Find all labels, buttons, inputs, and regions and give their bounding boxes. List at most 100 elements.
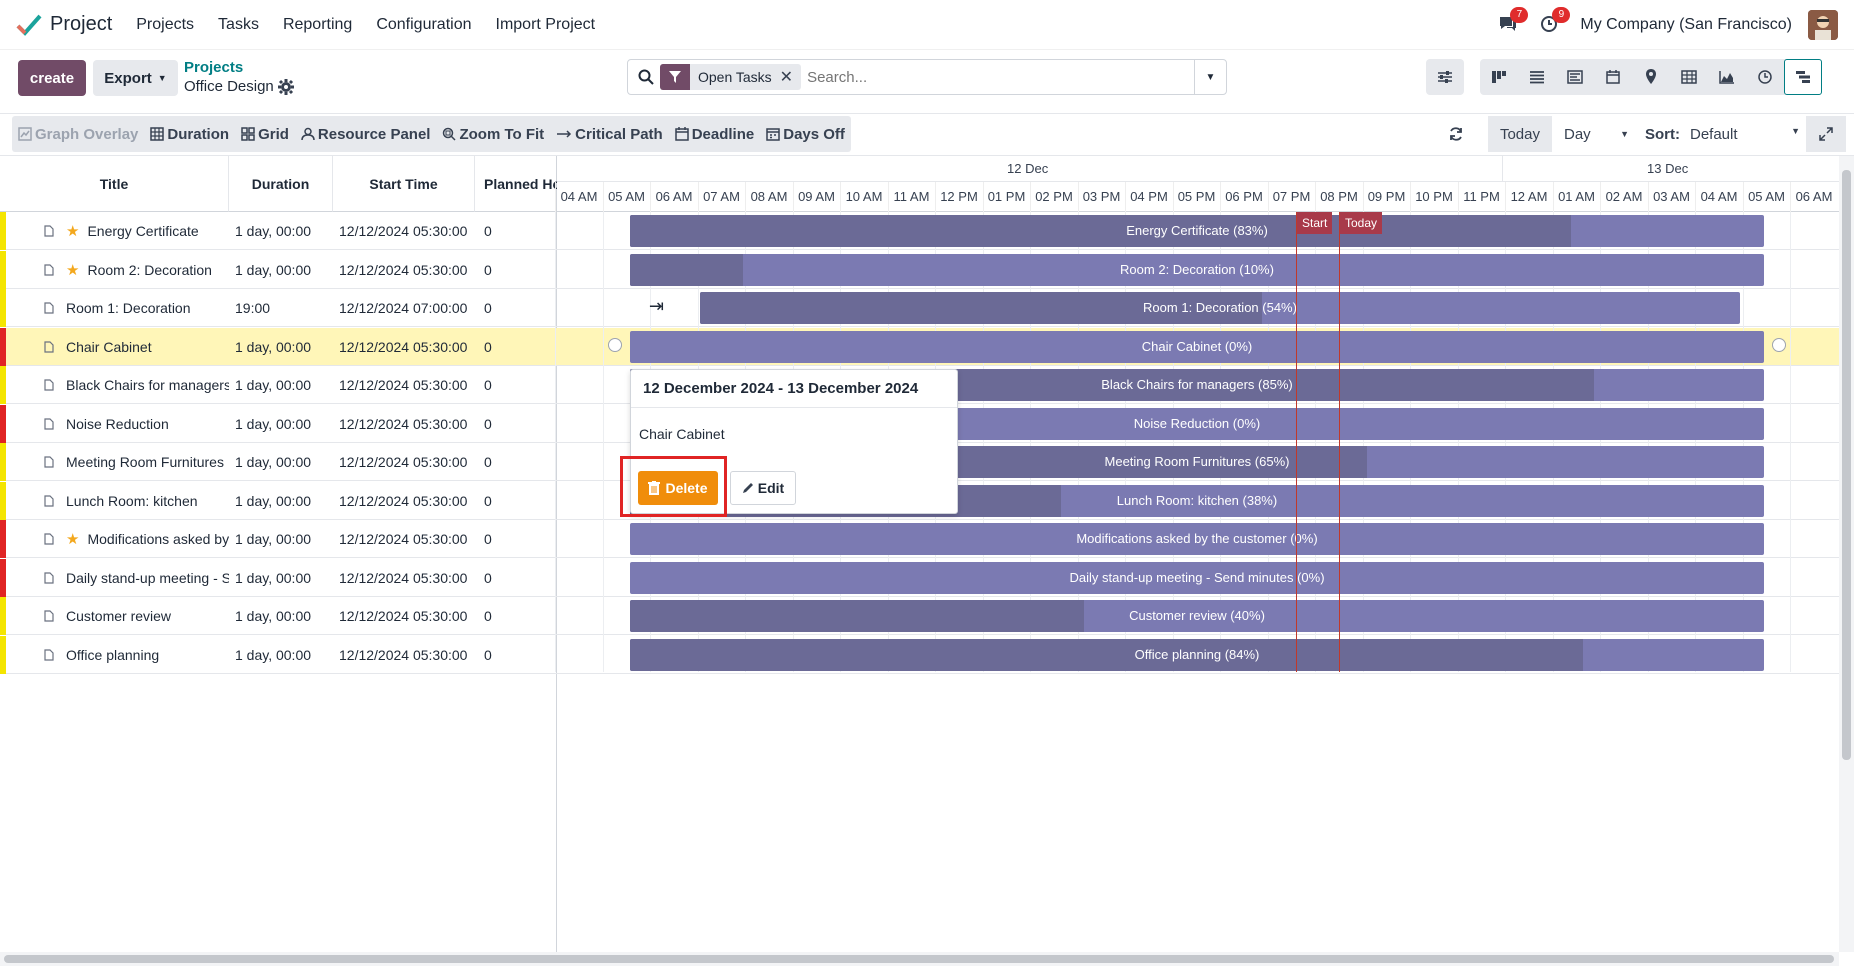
table-row[interactable]: Noise Reduction 1 day, 00:00 12/12/2024 05… [0,404,557,443]
zoom-icon [443,127,456,141]
table-row[interactable]: Meeting Room Furnitures 1 day, 00:00 12/12… [0,443,557,481]
table-row[interactable]: ★ Room 2: Decoration 1 day, 00:00 12/12/202… [0,250,557,289]
title-cell: Meeting Room Furnitures [44,443,229,481]
list-view-button[interactable] [1518,59,1556,95]
start-marker: Start [1297,212,1333,234]
critical-path-button[interactable]: Critical Path [550,116,669,152]
list-icon [1530,71,1544,84]
edit-button[interactable]: Edit [730,471,796,505]
gear-icon[interactable] [277,78,294,95]
title-cell: Room 1: Decoration [44,289,229,327]
column-header-planned-hours[interactable]: Planned Ho [475,156,557,212]
kanban-view-button[interactable] [1480,59,1518,95]
gantt-view-button[interactable] [1784,59,1822,95]
star-icon[interactable]: ★ [66,261,79,279]
grid-button[interactable]: Grid [235,116,295,152]
calendar-view-button[interactable] [1594,59,1632,95]
file-icon [44,494,54,507]
hour-gridline [1790,212,1791,672]
horizontal-scroll-thumb[interactable] [4,955,1834,963]
gantt-bar[interactable]: Daily stand-up meeting - Send minutes (0… [630,561,1764,594]
deadline-button[interactable]: Deadline [669,116,761,152]
gantt-bar[interactable]: Energy Certificate (83%) [630,215,1764,247]
gantt-bar[interactable]: Chair Cabinet (0%) [630,330,1764,363]
app-brand[interactable]: Project [16,13,112,37]
hour-label: 01 AM [1552,182,1600,212]
menu-projects[interactable]: Projects [136,16,194,34]
export-button[interactable]: Export ▼ [93,60,178,96]
refresh-button[interactable] [1436,126,1476,142]
vertical-scroll-thumb[interactable] [1842,170,1851,760]
column-header-start-time[interactable]: Start Time [333,156,475,212]
resource-panel-button[interactable]: Resource Panel [295,116,437,152]
star-icon[interactable]: ★ [66,222,79,240]
table-row[interactable]: Room 1: Decoration 19:00 12/12/2024 07:00:… [0,289,557,327]
graph-overlay-button[interactable]: Graph Overlay [12,116,144,152]
file-icon [44,263,54,276]
column-header-title[interactable]: Title [0,156,229,212]
activity-view-button[interactable] [1556,59,1594,95]
user-icon [301,127,315,141]
expand-button[interactable] [1806,116,1846,152]
table-row[interactable]: ★ Energy Certificate 1 day, 00:00 12/12/202… [0,212,557,250]
company-switcher[interactable]: My Company (San Francisco) [1580,16,1792,34]
gantt-bar[interactable]: Modifications asked by the customer (0%) [630,523,1764,555]
zoom-to-fit-button[interactable]: Zoom To Fit [436,116,550,152]
gantt-bar-label: Modifications asked by the customer (0%) [1076,531,1318,546]
search-input[interactable] [807,68,1178,86]
gantt-bar[interactable]: Room 2: Decoration (10%) [630,253,1764,286]
hour-label: 11 AM [887,182,935,212]
dependency-handle-left[interactable] [608,338,622,352]
breadcrumb-projects[interactable]: Projects [184,59,243,76]
user-avatar[interactable] [1808,10,1838,40]
hour-label: 04 AM [1695,182,1742,212]
start-time-cell: 12/12/2024 05:30:00 [339,454,468,470]
control-panel: create Export ▼ Projects Office Design O… [0,50,1854,114]
planned-hours-cell: 0 [484,338,492,355]
table-row[interactable]: Chair Cabinet 1 day, 00:00 12/12/2024 05:3… [0,327,557,366]
star-icon[interactable]: ★ [66,530,79,548]
table-row[interactable]: Customer review 1 day, 00:00 12/12/2024 05… [0,597,557,635]
priority-band [0,250,6,289]
column-header-duration[interactable]: Duration [229,156,333,212]
search-options-toggle[interactable]: ▼ [1194,60,1226,94]
duration-button[interactable]: Duration [144,116,235,152]
menu-configuration[interactable]: Configuration [376,16,471,34]
horizontal-scrollbar[interactable] [0,952,1839,966]
hour-label: 03 PM [1077,182,1125,212]
table-row[interactable]: Black Chairs for managers 1 day, 00:00 12/… [0,366,557,404]
scale-select[interactable]: Day ▼ [1552,116,1637,152]
activities-button[interactable]: 9 [1540,6,1571,36]
menu-reporting[interactable]: Reporting [283,16,352,34]
graph-view-button[interactable] [1708,59,1746,95]
remove-facet-icon[interactable]: ✕ [780,67,801,87]
critical-path-label: Critical Path [575,125,663,143]
timesheet-view-button[interactable] [1746,59,1784,95]
task-title: Room 1: Decoration [66,300,191,316]
sort-select[interactable]: Default ▼ [1690,126,1800,143]
gantt-bar[interactable]: Room 1: Decoration (54%) [700,292,1740,324]
gantt-bar[interactable]: Office planning (84%) [630,638,1764,671]
sort-label: Sort: [1645,125,1680,143]
days-off-button[interactable]: Days Off [760,116,851,152]
vertical-scrollbar[interactable] [1839,156,1854,952]
today-button[interactable]: Today [1487,116,1552,152]
table-row[interactable]: ★ Modifications asked by the customer 1 da… [0,520,557,558]
today-line [1339,212,1340,672]
table-row[interactable]: Lunch Room: kitchen 1 day, 00:00 12/12/202… [0,481,557,520]
hour-label: 07 AM [697,182,745,212]
pivot-view-button[interactable] [1670,59,1708,95]
menu-tasks[interactable]: Tasks [218,16,259,34]
scroll-to-task-icon[interactable]: ⇥ [649,296,664,317]
create-button[interactable]: create [18,60,86,96]
table-row[interactable]: Office planning 1 day, 00:00 12/12/2024 05… [0,635,557,674]
planned-hours-cell: 0 [484,261,492,278]
gantt-bar[interactable]: Customer review (40%) [630,600,1764,632]
messages-button[interactable]: 7 [1498,6,1529,36]
dependency-handle-right[interactable] [1772,338,1786,352]
table-row[interactable]: Daily stand-up meeting - Send minutes 1 d… [0,558,557,597]
menu-import-project[interactable]: Import Project [496,16,596,34]
priority-band [0,558,6,597]
settings-button[interactable] [1426,59,1464,95]
map-view-button[interactable] [1632,59,1670,95]
